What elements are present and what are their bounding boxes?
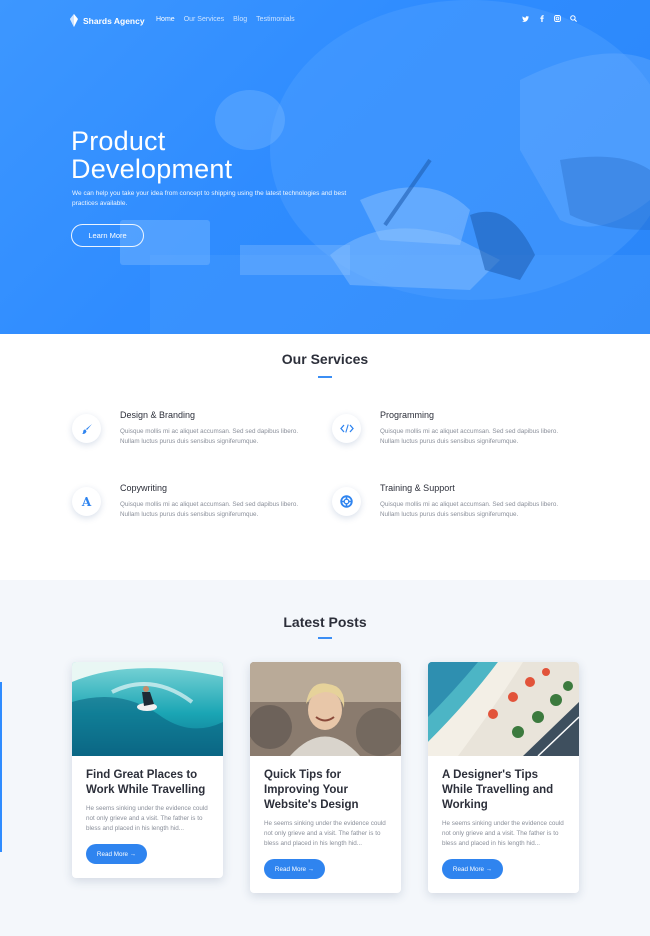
post-card[interactable]: A Designer's Tips While Travelling and W… bbox=[428, 662, 579, 893]
service-item-copywriting: A Copywriting Quisque mollis mi ac aliqu… bbox=[72, 483, 312, 537]
twitter-icon[interactable] bbox=[522, 15, 529, 22]
service-item-design-branding: Design & Branding Quisque mollis mi ac a… bbox=[72, 410, 312, 464]
nav-icons bbox=[522, 15, 577, 22]
service-text: Quisque mollis mi ac aliquet accumsan. S… bbox=[120, 501, 299, 518]
service-text: Quisque mollis mi ac aliquet accumsan. S… bbox=[380, 428, 559, 445]
service-title: Copywriting bbox=[120, 483, 168, 493]
posts-title-underline bbox=[318, 637, 332, 639]
post-title[interactable]: A Designer's Tips While Travelling and W… bbox=[442, 768, 565, 813]
service-text: Quisque mollis mi ac aliquet accumsan. S… bbox=[380, 501, 559, 518]
post-title[interactable]: Find Great Places to Work While Travelli… bbox=[86, 768, 209, 798]
services-title: Our Services bbox=[281, 351, 369, 367]
code-icon bbox=[332, 414, 361, 443]
post-card[interactable]: Find Great Places to Work While Travelli… bbox=[72, 662, 223, 878]
learn-more-button[interactable]: Learn More bbox=[71, 224, 144, 247]
hero-title-line1: Product bbox=[71, 126, 166, 156]
brand-name: Shards Agency bbox=[83, 15, 145, 26]
hero-section: Shards Agency Home Our Services Blog Tes… bbox=[0, 0, 650, 334]
nav-link-blog[interactable]: Blog bbox=[233, 16, 247, 23]
brush-icon bbox=[72, 414, 101, 443]
service-text: Quisque mollis mi ac aliquet accumsan. S… bbox=[120, 428, 299, 445]
instagram-icon[interactable] bbox=[554, 15, 561, 22]
service-item-programming: Programming Quisque mollis mi ac aliquet… bbox=[332, 410, 572, 464]
services-section: Our Services Design & Branding Quisque m… bbox=[0, 334, 650, 580]
hero-title-line2: Development bbox=[71, 154, 233, 184]
post-image-surfing[interactable] bbox=[72, 662, 223, 756]
hero-description: We can help you take your idea from conc… bbox=[72, 190, 347, 207]
facebook-icon[interactable] bbox=[538, 15, 545, 22]
font-icon: A bbox=[72, 487, 101, 516]
top-nav: Shards Agency Home Our Services Blog Tes… bbox=[0, 0, 650, 42]
nav-link-our-services[interactable]: Our Services bbox=[184, 16, 224, 23]
service-title: Programming bbox=[380, 410, 435, 420]
read-more-button[interactable]: Read More → bbox=[264, 859, 325, 879]
brand[interactable]: Shards Agency bbox=[70, 14, 145, 27]
services-title-underline bbox=[318, 376, 332, 378]
nav-link-home[interactable]: Home bbox=[156, 16, 175, 23]
post-excerpt: He seems sinking under the evidence coul… bbox=[86, 805, 208, 832]
posts-title: Latest Posts bbox=[283, 614, 367, 630]
lifebuoy-icon bbox=[332, 487, 361, 516]
search-icon[interactable] bbox=[570, 15, 577, 22]
post-card[interactable]: Quick Tips for Improving Your Website's … bbox=[250, 662, 401, 893]
hero-title: Product Development bbox=[71, 127, 232, 183]
post-excerpt: He seems sinking under the evidence coul… bbox=[264, 820, 386, 847]
side-accent-line bbox=[0, 682, 2, 852]
post-title[interactable]: Quick Tips for Improving Your Website's … bbox=[264, 768, 387, 813]
read-more-button[interactable]: Read More → bbox=[442, 859, 503, 879]
post-excerpt: He seems sinking under the evidence coul… bbox=[442, 820, 564, 847]
read-more-button[interactable]: Read More → bbox=[86, 844, 147, 864]
nav-link-testimonials[interactable]: Testimonials bbox=[256, 16, 295, 23]
brand-logo-icon bbox=[70, 14, 78, 27]
post-image-woman-laughing[interactable] bbox=[250, 662, 401, 756]
nav-links: Home Our Services Blog Testimonials bbox=[156, 16, 295, 23]
service-item-training-support: Training & Support Quisque mollis mi ac … bbox=[332, 483, 572, 537]
service-title: Training & Support bbox=[380, 483, 455, 493]
service-title: Design & Branding bbox=[120, 410, 196, 420]
post-image-beach-aerial[interactable] bbox=[428, 662, 579, 756]
